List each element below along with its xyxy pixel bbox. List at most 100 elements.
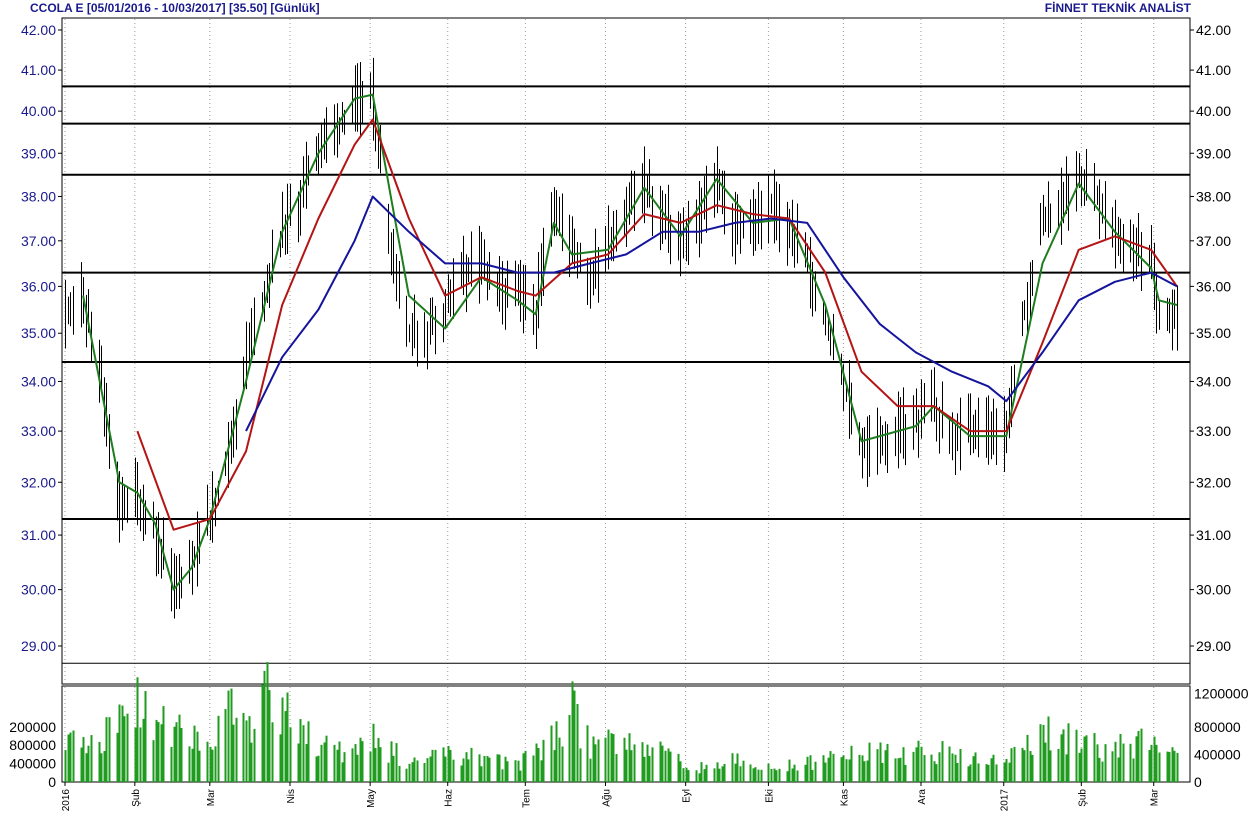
price-tick-label: 34.00 xyxy=(21,373,56,389)
volume-bar xyxy=(188,746,191,782)
volume-bar xyxy=(679,761,682,782)
x-tick-label: Ara xyxy=(917,789,928,805)
volume-bar xyxy=(796,770,799,782)
volume-bar xyxy=(121,705,124,782)
volume-bar xyxy=(198,750,201,782)
volume-bar xyxy=(969,764,972,782)
x-tick-label: May xyxy=(366,789,377,808)
volume-bar xyxy=(1057,748,1060,782)
volume-bar xyxy=(1096,744,1099,782)
volume-bar xyxy=(1013,746,1016,782)
volume-bar xyxy=(377,737,380,782)
volume-bar xyxy=(633,744,636,782)
volume-bar xyxy=(933,761,936,782)
x-tick-label: Mar xyxy=(206,788,217,806)
volume-bar xyxy=(144,691,147,782)
volume-bar xyxy=(354,744,357,782)
volume-bar xyxy=(734,763,737,782)
volume-bar xyxy=(716,762,719,782)
volume-bar xyxy=(434,749,437,782)
volume-bar xyxy=(775,770,778,782)
volume-bar xyxy=(561,746,564,782)
volume-bar xyxy=(416,760,419,782)
volume-bar xyxy=(752,768,755,782)
volume-bar xyxy=(447,745,450,782)
volume-bar xyxy=(824,762,827,782)
volume-bar xyxy=(917,740,920,782)
volume-bar xyxy=(1129,743,1132,782)
volume-bar xyxy=(1008,762,1011,782)
volume-bar xyxy=(517,760,520,782)
volume-bar xyxy=(840,757,843,782)
volume-bar xyxy=(261,684,264,782)
volume-bar xyxy=(682,768,685,782)
volume-bar xyxy=(876,749,879,782)
volume-bar xyxy=(268,690,271,782)
volume-bar xyxy=(250,742,253,782)
price-tick-label: 32.00 xyxy=(1196,474,1231,490)
volume-tick-label: 800000 xyxy=(9,737,56,753)
volume-bar xyxy=(700,762,703,782)
price-tick-label: 29.00 xyxy=(1196,638,1231,654)
volume-bar xyxy=(923,755,926,782)
chart-canvas: 42.00 41.00 40.00 39.00 38.00 37.00 36.00 35.00… xyxy=(9,17,1249,811)
volume-bar xyxy=(1148,749,1151,782)
volume-bar xyxy=(1132,758,1135,782)
volume-bar xyxy=(496,754,499,782)
price-tick-label: 35.00 xyxy=(21,325,56,341)
volume-bar xyxy=(1083,736,1086,782)
volume-bar xyxy=(974,752,977,782)
volume-tick-label: 800000 xyxy=(1194,719,1241,735)
volume-bar xyxy=(866,760,869,782)
volume-bar xyxy=(586,725,589,782)
x-tick-label: Mar xyxy=(1150,788,1161,806)
volume-bar xyxy=(1114,741,1117,782)
volume-bar xyxy=(1135,736,1138,782)
volume-bar xyxy=(881,762,884,782)
price-axis-left: 42.00 41.00 40.00 39.00 38.00 37.00 36.00 35.00… xyxy=(21,22,62,654)
volume-bar xyxy=(253,728,256,782)
price-tick-label: 30.00 xyxy=(21,582,56,598)
volume-bar xyxy=(1085,735,1088,782)
volume-bar xyxy=(736,753,739,782)
volume-bar xyxy=(374,748,377,782)
volume-bar xyxy=(1166,751,1169,782)
volume-bar xyxy=(361,741,364,782)
volume-bar xyxy=(116,732,119,782)
volume-bar xyxy=(1098,757,1101,782)
volume-bar xyxy=(695,770,698,782)
volume-bar xyxy=(173,726,176,782)
volume-bar xyxy=(211,749,214,782)
volume-bar xyxy=(483,755,486,782)
volume-bar xyxy=(822,755,825,782)
volume-bar xyxy=(1060,734,1063,782)
volume-bar xyxy=(749,764,752,782)
volume-bar xyxy=(467,759,470,782)
volume-bar xyxy=(610,733,613,782)
volume-bar xyxy=(426,758,429,782)
volume-bar xyxy=(245,720,248,782)
volume-bar xyxy=(899,757,902,782)
volume-bar xyxy=(845,759,848,782)
volume-bar xyxy=(506,761,509,782)
volume-bar xyxy=(336,749,339,782)
volume-bar xyxy=(118,704,121,782)
volume-bar xyxy=(535,743,538,782)
volume-bar xyxy=(193,725,196,782)
volume-bar xyxy=(858,754,861,782)
volume-bar xyxy=(180,727,183,782)
volume-bar xyxy=(315,756,318,782)
volume-bar xyxy=(594,744,597,782)
volume-bar xyxy=(604,737,607,782)
volume-bar xyxy=(625,749,628,782)
volume-bar xyxy=(1049,750,1052,782)
volume-bar xyxy=(1023,750,1026,782)
volume-bar xyxy=(723,763,726,782)
volume-bar xyxy=(1119,734,1122,782)
price-tick-label: 37.00 xyxy=(1196,233,1231,249)
price-tick-label: 33.00 xyxy=(21,423,56,439)
volume-bar xyxy=(1044,742,1047,782)
price-axis-right: 42.00 41.00 40.00 39.00 38.00 37.00 36.00 35.00… xyxy=(1190,22,1231,654)
volume-tick-label: 400000 xyxy=(9,756,56,772)
volume-bar xyxy=(995,764,998,782)
